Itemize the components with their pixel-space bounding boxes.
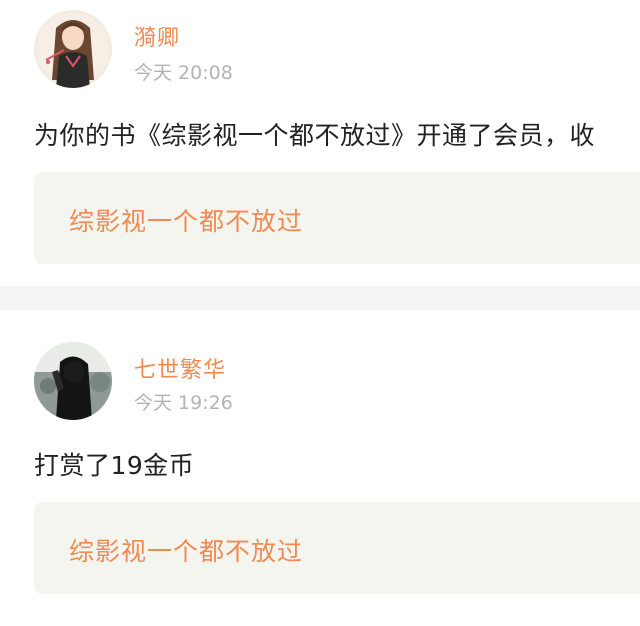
dark-haired-girl-avatar-icon — [34, 342, 112, 420]
girl-in-qipao-avatar-icon — [34, 10, 112, 88]
book-title: 综影视一个都不放过 — [69, 207, 304, 236]
feed-item: 漪卿 今天 20:08 为你的书《综影视一个都不放过》开通了会员，收 综影视一个… — [0, 0, 640, 286]
timestamp: 今天 20:08 — [134, 62, 233, 84]
timestamp: 今天 19:26 — [134, 392, 233, 414]
book-link-card[interactable]: 综影视一个都不放过 — [34, 172, 640, 264]
user-avatar[interactable] — [34, 342, 112, 420]
activity-message: 打赏了19金币 — [34, 451, 195, 480]
book-link-card[interactable]: 综影视一个都不放过 — [34, 502, 640, 594]
activity-message: 为你的书《综影视一个都不放过》开通了会员，收 — [34, 121, 596, 150]
feed-item: 七世繁华 今天 19:26 打赏了19金币 综影视一个都不放过 — [0, 310, 640, 626]
user-avatar[interactable] — [34, 10, 112, 88]
feed-divider — [0, 286, 640, 310]
username[interactable]: 七世繁华 — [134, 352, 226, 384]
book-title: 综影视一个都不放过 — [69, 537, 304, 566]
username[interactable]: 漪卿 — [134, 20, 180, 52]
activity-feed: 漪卿 今天 20:08 为你的书《综影视一个都不放过》开通了会员，收 综影视一个… — [0, 0, 640, 626]
